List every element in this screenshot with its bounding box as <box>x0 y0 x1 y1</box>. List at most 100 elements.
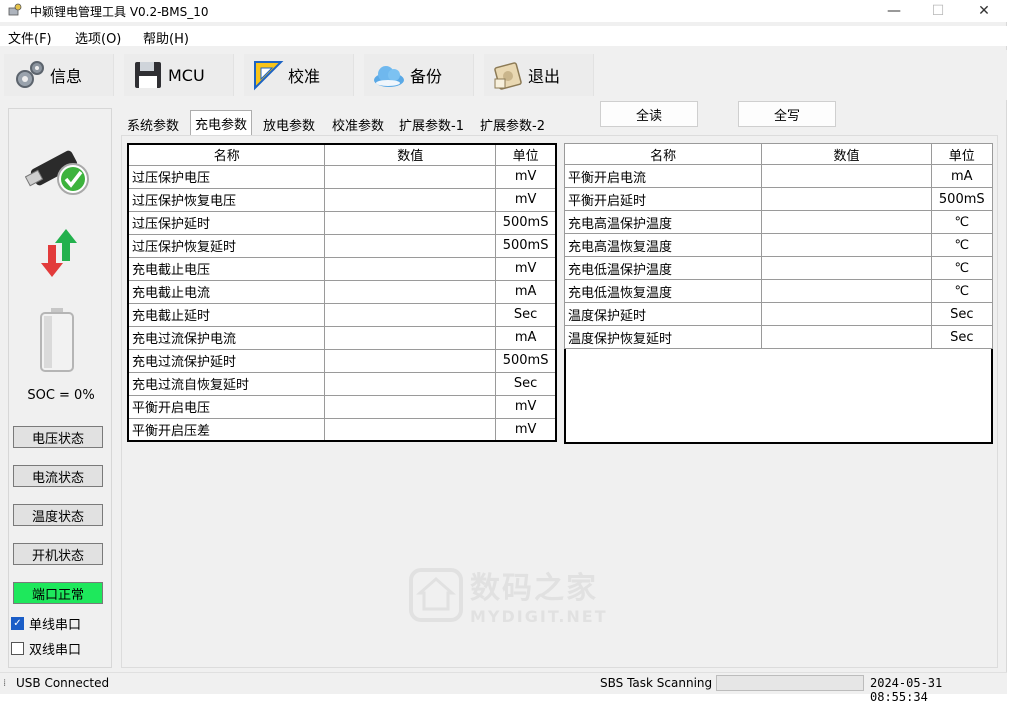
toolbar: 信息 MCU 校准 备份 退出 <box>0 50 1007 100</box>
param-unit: ℃ <box>930 210 994 234</box>
watermark-text-zh: 数码之家 <box>470 571 598 606</box>
param-name: 平衡开启延时 <box>563 187 763 211</box>
exit-disk-icon <box>494 62 522 90</box>
param-value-cell[interactable] <box>761 302 932 326</box>
close-button[interactable]: ✕ <box>961 0 1007 22</box>
param-value-cell[interactable] <box>324 371 497 396</box>
backup-button-label: 备份 <box>410 67 443 86</box>
tab-extended-params-1[interactable]: 扩展参数-1 <box>395 112 468 136</box>
table-row: 过压保护恢复延时 500mS <box>127 233 557 258</box>
param-name: 充电截止延时 <box>127 302 326 327</box>
param-name: 充电截止电压 <box>127 256 326 281</box>
param-name: 充电截止电流 <box>127 279 326 304</box>
dual-wire-serial-label: 双线串口 <box>29 643 82 658</box>
param-value-cell[interactable] <box>761 164 932 188</box>
param-name: 充电高温保护温度 <box>563 210 763 234</box>
checkbox-unchecked-icon <box>11 642 24 655</box>
param-value-cell[interactable] <box>761 256 932 280</box>
param-unit: mA <box>495 325 557 350</box>
floppy-disk-icon <box>135 62 161 88</box>
tab-discharge-params[interactable]: 放电参数 <box>259 112 319 136</box>
menu-bar: 文件(F) 选项(O) 帮助(H) <box>0 26 1007 47</box>
title-bar: 中颖锂电管理工具 V0.2-BMS_10 — ☐ ✕ <box>0 0 1007 22</box>
param-name: 平衡开启电流 <box>563 164 763 188</box>
param-value-cell[interactable] <box>324 210 497 235</box>
param-value-cell[interactable] <box>324 302 497 327</box>
param-value-cell[interactable] <box>324 279 497 304</box>
voltage-status-button[interactable]: 电压状态 <box>13 426 103 448</box>
backup-button[interactable]: 备份 <box>364 54 474 96</box>
param-name: 充电过流保护延时 <box>127 348 326 373</box>
param-name: 过压保护恢复延时 <box>127 233 326 258</box>
param-name: 充电高温恢复温度 <box>563 233 763 257</box>
info-button[interactable]: 信息 <box>4 54 114 96</box>
param-value-cell[interactable] <box>324 325 497 350</box>
app-icon <box>8 3 22 16</box>
param-name: 充电过流自恢复延时 <box>127 371 326 396</box>
param-name: 过压保护恢复电压 <box>127 187 326 212</box>
param-value-cell[interactable] <box>324 164 497 189</box>
param-name: 温度保护恢复延时 <box>563 325 763 349</box>
param-value-cell[interactable] <box>324 394 497 419</box>
param-value-cell[interactable] <box>324 348 497 373</box>
param-value-cell[interactable] <box>324 256 497 281</box>
calibrate-button[interactable]: 校准 <box>244 54 354 96</box>
write-all-button[interactable]: 全写 <box>738 101 836 127</box>
tab-extended-params-2[interactable]: 扩展参数-2 <box>476 112 549 136</box>
tab-calibration-params[interactable]: 校准参数 <box>328 112 388 136</box>
table-row: 平衡开启电压 mV <box>127 394 557 419</box>
param-unit: 500mS <box>495 210 557 235</box>
param-name: 充电低温恢复温度 <box>563 279 763 303</box>
param-unit: Sec <box>495 371 557 396</box>
tab-charge-params[interactable]: 充电参数 <box>190 110 253 136</box>
cloud-icon <box>374 66 404 87</box>
table-header-row: 名称 数值 单位 <box>563 143 994 165</box>
temperature-status-button[interactable]: 温度状态 <box>13 504 103 526</box>
status-datetime: 2024-05-31 08:55:34 <box>870 676 943 704</box>
exit-button[interactable]: 退出 <box>484 54 594 96</box>
param-unit: Sec <box>930 302 994 326</box>
single-wire-serial-label: 单线串口 <box>29 618 82 633</box>
table-row: 温度保护延时 Sec <box>563 302 994 326</box>
param-name: 平衡开启电压 <box>127 394 326 419</box>
grip-icon: ⁞ <box>3 678 7 689</box>
status-bar: ⁞ USB Connected SBS Task Scanning 2024-0… <box>0 672 1007 704</box>
param-value-cell[interactable] <box>761 210 932 234</box>
param-unit: mV <box>495 256 557 281</box>
mcu-button[interactable]: MCU <box>124 54 234 96</box>
read-all-button[interactable]: 全读 <box>600 101 698 127</box>
param-unit: 500mS <box>495 348 557 373</box>
param-value-cell[interactable] <box>324 187 497 212</box>
usb-connected-icon <box>25 150 89 195</box>
param-unit: ℃ <box>930 256 994 280</box>
param-value-cell[interactable] <box>761 279 932 303</box>
soc-readout: SOC = 0% <box>27 388 95 403</box>
connection-status: USB Connected <box>16 676 110 690</box>
single-wire-serial-checkbox[interactable]: ✓ 单线串口 <box>11 614 81 633</box>
gears-icon <box>16 61 44 88</box>
param-value-cell[interactable] <box>761 187 932 211</box>
port-status-badge: 端口正常 <box>13 582 103 604</box>
watermark-text-en: MYDIGIT.NET <box>470 607 608 626</box>
param-value-cell[interactable] <box>761 233 932 257</box>
param-name: 充电低温保护温度 <box>563 256 763 280</box>
charge-params-table-right: 名称 数值 单位 平衡开启电流 mA 平衡开启延时 500mS 充电高温保护温度 ℃ … <box>563 143 994 349</box>
table-row: 平衡开启延时 500mS <box>563 187 994 211</box>
menu-options[interactable]: 选项(O) <box>75 28 121 47</box>
tab-system-params[interactable]: 系统参数 <box>123 112 183 136</box>
param-name: 充电过流保护电流 <box>127 325 326 350</box>
param-value-cell[interactable] <box>324 417 497 442</box>
maximize-button[interactable]: ☐ <box>915 0 961 22</box>
menu-help[interactable]: 帮助(H) <box>143 28 189 47</box>
param-value-cell[interactable] <box>761 325 932 349</box>
menu-file[interactable]: 文件(F) <box>8 28 52 47</box>
table-row: 充电过流保护电流 mA <box>127 325 557 350</box>
table-row: 充电低温保护温度 ℃ <box>563 256 994 280</box>
parameter-tabs: 系统参数 充电参数 放电参数 校准参数 扩展参数-1 扩展参数-2 <box>121 110 561 136</box>
minimize-button[interactable]: — <box>871 0 917 22</box>
power-status-button[interactable]: 开机状态 <box>13 543 103 565</box>
current-status-button[interactable]: 电流状态 <box>13 465 103 487</box>
param-value-cell[interactable] <box>324 233 497 258</box>
window-title: 中颖锂电管理工具 V0.2-BMS_10 <box>30 5 209 19</box>
dual-wire-serial-checkbox[interactable]: 双线串口 <box>11 639 81 658</box>
